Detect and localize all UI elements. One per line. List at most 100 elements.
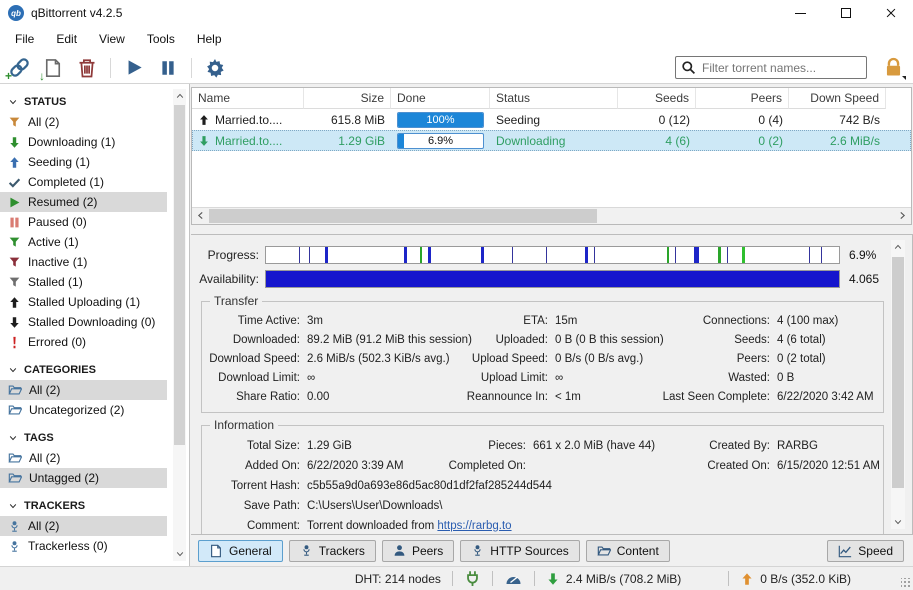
column-header-done[interactable]: Done (391, 88, 490, 109)
pause-button[interactable] (157, 57, 179, 79)
sidebar-item-paused[interactable]: Paused (0) (0, 212, 167, 232)
close-button[interactable] (868, 0, 913, 26)
sidebar-item-active[interactable]: Active (1) (0, 232, 167, 252)
torrent-status: Seeding (490, 109, 618, 130)
column-header-name[interactable]: Name (192, 88, 304, 109)
menu-tools[interactable]: Tools (136, 28, 186, 50)
last-seen-complete-value: 6/22/2020 3:42 AM (770, 388, 877, 407)
maximize-button[interactable] (823, 0, 868, 26)
arrow-up-icon (8, 156, 21, 169)
section-status[interactable]: STATUS (0, 92, 189, 112)
scroll-up-icon[interactable] (173, 89, 186, 103)
add-torrent-file-button[interactable]: ↓ (42, 57, 64, 79)
add-torrent-link-button[interactable]: + (8, 57, 30, 79)
global-download-speed[interactable]: 2.4 MiB/s (708.2 MiB) (546, 572, 681, 586)
filters-sidebar: STATUS All (2) Downloading (1) Seeding (… (0, 84, 190, 566)
scrollbar-thumb[interactable] (174, 105, 185, 445)
sidebar-item-stalled-downloading[interactable]: Stalled Downloading (0) (0, 312, 167, 332)
toolbar-separator (110, 58, 111, 78)
scroll-right-icon[interactable] (894, 208, 911, 224)
scroll-down-icon[interactable] (891, 515, 905, 529)
sidebar-item-inactive[interactable]: Inactive (1) (0, 252, 167, 272)
general-icon (209, 544, 223, 558)
section-categories[interactable]: CATEGORIES (0, 360, 189, 380)
tab-general[interactable]: General (198, 540, 283, 562)
resume-button[interactable] (123, 57, 145, 79)
scroll-left-icon[interactable] (192, 208, 209, 224)
scrollbar-thumb[interactable] (892, 257, 904, 489)
menu-edit[interactable]: Edit (45, 28, 88, 50)
tab-speed[interactable]: Speed (827, 540, 904, 562)
torrent-seeds: 4 (6) (618, 130, 696, 151)
http-sources-icon (471, 544, 484, 557)
alt-speed-gauge-icon[interactable] (504, 571, 523, 587)
sidebar-scrollbar[interactable] (173, 89, 186, 561)
sidebar-item-resumed[interactable]: Resumed (2) (0, 192, 167, 212)
progress-pieces-bar (265, 246, 840, 264)
minimize-icon (795, 13, 806, 14)
peers-icon (393, 544, 406, 557)
window-title: qBittorrent v4.2.5 (31, 6, 122, 20)
sidebar-item-completed[interactable]: Completed (1) (0, 172, 167, 192)
close-icon (884, 6, 898, 20)
column-header-peers[interactable]: Peers (696, 88, 789, 109)
torrent-row[interactable]: Married.to.... 615.8 MiB 100% Seeding 0 … (192, 109, 911, 130)
comment-link[interactable]: https://rarbg.to (437, 520, 511, 532)
torrent-row-selected[interactable]: Married.to.... 1.29 GiB 6.9% Downloading… (192, 130, 911, 151)
column-header-down-speed[interactable]: Down Speed (789, 88, 886, 109)
trash-icon (77, 58, 97, 78)
download-speed-value: 2.6 MiB/s (502.3 KiB/s avg.) (300, 350, 456, 369)
torrent-status: Downloading (490, 130, 618, 151)
sidebar-item-all-categories[interactable]: All (2) (0, 380, 167, 400)
sidebar-item-untagged[interactable]: Untagged (2) (0, 468, 167, 488)
lock-icon (883, 56, 904, 78)
resize-grip[interactable] (901, 578, 911, 588)
table-header-row: Name Size Done Status Seeds Peers Down S… (192, 88, 911, 109)
sidebar-item-downloading[interactable]: Downloading (1) (0, 132, 167, 152)
tab-trackers[interactable]: Trackers (289, 540, 376, 562)
section-tags[interactable]: TAGS (0, 428, 189, 448)
tab-http-sources[interactable]: HTTP Sources (460, 540, 579, 562)
sidebar-item-stalled-uploading[interactable]: Stalled Uploading (1) (0, 292, 167, 312)
funnel-icon (8, 256, 21, 269)
details-scrollbar[interactable] (891, 240, 905, 530)
sidebar-item-all-status[interactable]: All (2) (0, 112, 167, 132)
connections-value: 4 (100 max) (770, 312, 877, 331)
filter-box (675, 56, 867, 79)
sidebar-item-all-tags[interactable]: All (2) (0, 448, 167, 468)
scrollbar-thumb[interactable] (209, 209, 597, 223)
column-header-seeds[interactable]: Seeds (618, 88, 696, 109)
table-horizontal-scrollbar[interactable] (192, 207, 911, 224)
section-trackers[interactable]: TRACKERS (0, 496, 189, 516)
minimize-button[interactable] (778, 0, 823, 26)
check-icon (8, 176, 21, 189)
tab-peers[interactable]: Peers (382, 540, 454, 562)
sidebar-item-uncategorized[interactable]: Uncategorized (2) (0, 400, 167, 420)
menu-help[interactable]: Help (186, 28, 233, 50)
tab-content[interactable]: Content (586, 540, 670, 562)
sidebar-item-errored[interactable]: Errored (0) (0, 332, 167, 352)
sidebar-item-all-trackers[interactable]: All (2) (0, 516, 167, 536)
menu-view[interactable]: View (88, 28, 136, 50)
total-size-value: 1.29 GiB (300, 436, 440, 456)
filter-torrents-input[interactable] (675, 56, 867, 79)
global-upload-speed[interactable]: 0 B/s (352.0 KiB) (740, 572, 851, 586)
transfer-title: Transfer (210, 294, 262, 308)
arrow-up-icon (8, 296, 21, 309)
sidebar-item-trackerless[interactable]: Trackerless (0) (0, 536, 167, 556)
speed-chart-icon (838, 544, 852, 558)
scroll-up-icon[interactable] (891, 240, 905, 254)
panel-splitter[interactable] (191, 225, 913, 234)
scroll-down-icon[interactable] (173, 547, 186, 561)
title-bar: qb qBittorrent v4.2.5 (0, 0, 913, 26)
options-button[interactable] (204, 57, 226, 79)
lock-ui-button[interactable] (883, 56, 905, 80)
sidebar-item-stalled[interactable]: Stalled (1) (0, 272, 167, 292)
column-header-size[interactable]: Size (304, 88, 391, 109)
arrow-down-icon (8, 316, 21, 329)
delete-torrent-button[interactable] (76, 57, 98, 79)
column-header-status[interactable]: Status (490, 88, 618, 109)
funnel-icon (8, 116, 21, 129)
menu-file[interactable]: File (4, 28, 45, 50)
sidebar-item-seeding[interactable]: Seeding (1) (0, 152, 167, 172)
